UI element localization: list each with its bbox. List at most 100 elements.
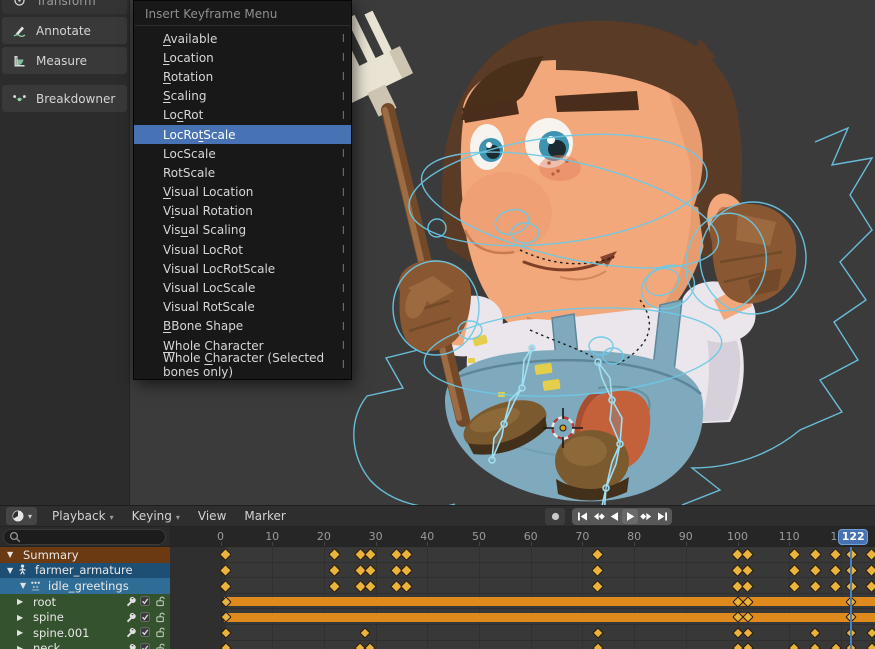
checkbox-checked-icon[interactable] [140, 596, 151, 607]
tool-annotate[interactable]: Annotate [2, 17, 127, 44]
keyframe-f102[interactable] [741, 564, 754, 577]
keyframe-hold-bar[interactable] [224, 613, 875, 622]
keyframe-f36[interactable] [400, 564, 413, 577]
wrench-icon[interactable] [125, 596, 136, 607]
jump-to-next-keyframe-button[interactable] [638, 509, 654, 524]
keyframe-f22[interactable] [328, 548, 341, 561]
channel-idle-greetings[interactable]: ▼idle_greetings [0, 578, 170, 594]
triangle-right-icon[interactable]: ▶ [17, 613, 27, 622]
jump-to-prev-keyframe-button[interactable] [590, 509, 606, 524]
keyframe-f73[interactable] [592, 564, 605, 577]
menu-item-label: Visual LocScale [163, 281, 255, 295]
keyframe-f115[interactable] [809, 643, 820, 649]
keyframe-f126[interactable] [866, 627, 875, 638]
channel-neck[interactable]: ▶neck [0, 641, 170, 649]
3d-viewport[interactable] [0, 0, 875, 505]
triangle-right-icon[interactable]: ▶ [17, 628, 27, 637]
triangle-down-icon[interactable]: ▼ [7, 566, 17, 575]
channel-spine[interactable]: ▶spine [0, 609, 170, 625]
menu-item-location[interactable]: LocationI [134, 48, 351, 67]
keyframe-f73[interactable] [592, 643, 603, 649]
menu-item-visual-locrotscale[interactable]: Visual LocRotScaleI [134, 259, 351, 278]
keyframe-f102[interactable] [742, 627, 753, 638]
keyframe-f102[interactable] [742, 643, 753, 649]
menu-item-locrotscale[interactable]: LocRotScaleI [134, 125, 351, 144]
keyframe-f22[interactable] [328, 580, 341, 593]
search-input[interactable] [21, 531, 151, 544]
unlock-icon[interactable] [155, 627, 166, 638]
keyframe-f115[interactable] [809, 627, 820, 638]
timeline-menu-keying[interactable]: Keying▾ [125, 507, 187, 525]
menu-item-visual-locscale[interactable]: Visual LocScaleI [134, 278, 351, 297]
frame-ruler[interactable]: 0102030405060708090100110120 [170, 527, 875, 547]
channel-root[interactable]: ▶root [0, 594, 170, 610]
keyframe-f115[interactable] [809, 564, 822, 577]
unlock-icon[interactable] [155, 643, 166, 649]
keyframe-f73[interactable] [592, 548, 605, 561]
wrench-icon[interactable] [125, 643, 136, 649]
timeline-menu-view[interactable]: View [191, 507, 233, 525]
triangle-down-icon[interactable]: ▼ [7, 550, 17, 559]
keyframe-f126[interactable] [866, 564, 875, 577]
keyframe-f22[interactable] [328, 564, 341, 577]
checkbox-checked-icon[interactable] [140, 643, 151, 649]
wrench-icon[interactable] [125, 627, 136, 638]
menu-item-visual-scaling[interactable]: Visual ScalingI [134, 221, 351, 240]
keyframe-f126[interactable] [866, 548, 875, 561]
keyframe-f36[interactable] [400, 548, 413, 561]
menu-item-bbone-shape[interactable]: BBone ShapeI [134, 317, 351, 336]
tool-breakdowner[interactable]: Breakdowner [2, 85, 127, 112]
menu-item-available[interactable]: AvailableI [134, 29, 351, 48]
menu-item-locrot[interactable]: LocRotI [134, 106, 351, 125]
play-reverse-button[interactable] [606, 509, 622, 524]
record-button[interactable] [545, 508, 565, 525]
timeline-menu-playback[interactable]: Playback▾ [45, 507, 121, 525]
keyframe-f28[interactable] [360, 627, 371, 638]
tool-measure[interactable]: Measure [2, 47, 127, 74]
menu-item-locscale[interactable]: LocScaleI [134, 144, 351, 163]
keyframe-area[interactable] [170, 547, 875, 649]
timeline-menu-marker[interactable]: Marker [237, 507, 292, 525]
triangle-right-icon[interactable]: ▶ [17, 597, 27, 606]
keyframe-f73[interactable] [592, 580, 605, 593]
menu-item-visual-locrot[interactable]: Visual LocRotI [134, 240, 351, 259]
keyframe-f126[interactable] [866, 580, 875, 593]
current-frame-badge[interactable]: 122 [838, 529, 868, 545]
keyframe-f119[interactable] [830, 643, 841, 649]
tool-transform[interactable]: Transform [2, 0, 127, 14]
unlock-icon[interactable] [155, 612, 166, 623]
triangle-right-icon[interactable]: ▶ [17, 644, 27, 649]
menu-item-whole-character-selected-bones-only-[interactable]: Whole Character (Selected bones only)I [134, 355, 351, 374]
keyframe-f73[interactable] [592, 627, 603, 638]
jump-to-end-button[interactable] [654, 509, 670, 524]
menu-item-rotation[interactable]: RotationI [134, 67, 351, 86]
channel-spine-001[interactable]: ▶spine.001 [0, 625, 170, 641]
jump-to-start-button[interactable] [574, 509, 590, 524]
keyframe-f126[interactable] [866, 643, 875, 649]
channel-farmer-armature[interactable]: ▼farmer_armature [0, 563, 170, 579]
editor-type-button[interactable]: ▾ [6, 507, 37, 525]
triangle-down-icon[interactable]: ▼ [20, 581, 30, 590]
keyframe-hold-bar[interactable] [224, 597, 875, 606]
wrench-icon[interactable] [125, 612, 136, 623]
keyframe-f115[interactable] [809, 580, 822, 593]
menu-item-scaling[interactable]: ScalingI [134, 87, 351, 106]
playhead[interactable] [850, 547, 852, 649]
keyframe-f102[interactable] [741, 580, 754, 593]
keyframe-f29[interactable] [365, 643, 376, 649]
menu-item-visual-rotscale[interactable]: Visual RotScaleI [134, 298, 351, 317]
keyframe-f115[interactable] [809, 548, 822, 561]
menu-item-rotscale[interactable]: RotScaleI [134, 163, 351, 182]
checkbox-checked-icon[interactable] [140, 627, 151, 638]
channel-summary[interactable]: ▼Summary [0, 547, 170, 563]
keyframe-f111[interactable] [789, 643, 800, 649]
wrench-icon [125, 612, 136, 623]
keyframe-f102[interactable] [741, 548, 754, 561]
checkbox-checked-icon[interactable] [140, 612, 151, 623]
play-button[interactable] [622, 509, 638, 524]
keyframe-f36[interactable] [400, 580, 413, 593]
menu-item-visual-location[interactable]: Visual LocationI [134, 183, 351, 202]
unlock-icon[interactable] [155, 596, 166, 607]
menu-item-visual-rotation[interactable]: Visual RotationI [134, 202, 351, 221]
channel-search[interactable] [3, 529, 166, 545]
